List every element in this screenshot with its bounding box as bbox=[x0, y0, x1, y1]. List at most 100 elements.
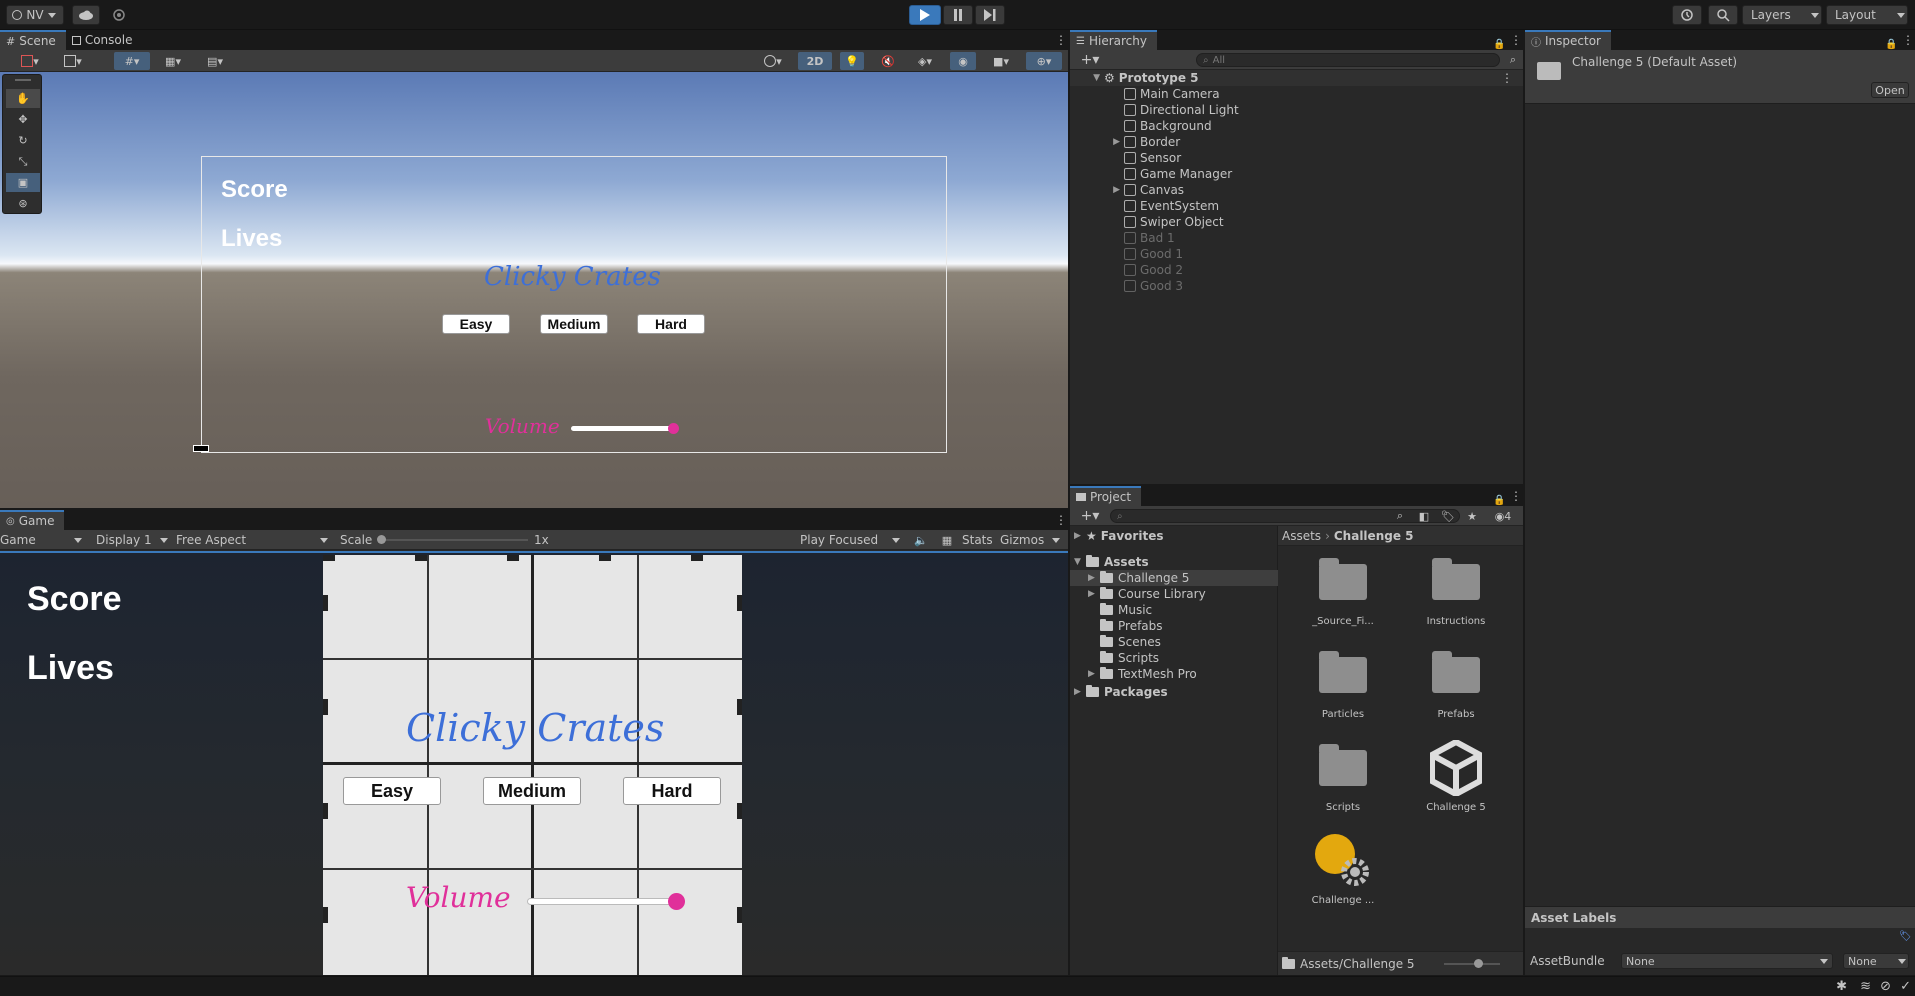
hierarchy-item[interactable]: ▶ Canvas bbox=[1070, 182, 1184, 198]
tab-inspector[interactable]: ⓘ Inspector bbox=[1525, 30, 1611, 50]
asset-item[interactable]: Prefabs bbox=[1411, 645, 1501, 720]
project-tree-item[interactable]: ▶ TextMesh Pro bbox=[1070, 666, 1278, 682]
asset-item[interactable]: _Source_Fi... bbox=[1298, 552, 1388, 627]
project-tree-item[interactable]: ▶ Challenge 5 bbox=[1070, 570, 1278, 586]
cloud-button[interactable] bbox=[72, 5, 100, 25]
expand-arrow-icon[interactable]: ▶ bbox=[1074, 531, 1086, 541]
hierarchy-item[interactable]: Background bbox=[1070, 118, 1212, 134]
game-audio-toggle[interactable]: 🔈 bbox=[912, 531, 930, 549]
packages-row[interactable]: ▶ Packages bbox=[1074, 684, 1168, 700]
toggle-2d[interactable]: 2D bbox=[798, 52, 832, 70]
step-button[interactable] bbox=[975, 5, 1005, 25]
hierarchy-item[interactable]: Good 3 bbox=[1070, 278, 1183, 294]
game-hard-button[interactable]: Hard bbox=[623, 777, 721, 805]
layout-dropdown[interactable]: Layout bbox=[1826, 5, 1908, 25]
asset-item[interactable]: Scripts bbox=[1298, 738, 1388, 813]
project-add-button[interactable]: +▾ bbox=[1076, 507, 1104, 525]
hierarchy-item[interactable]: Good 2 bbox=[1070, 262, 1183, 278]
tab-game[interactable]: ◎ Game bbox=[0, 510, 65, 530]
hierarchy-add-button[interactable]: +▾ bbox=[1076, 51, 1104, 69]
scene-volume-handle[interactable] bbox=[668, 423, 679, 434]
search-button[interactable] bbox=[1708, 5, 1738, 25]
hierarchy-root[interactable]: ▼ ⚙ Prototype 5 ⋮ bbox=[1070, 70, 1523, 86]
scale-tool-button[interactable]: ⤡ bbox=[6, 152, 40, 171]
game-viewport[interactable]: Score Lives Clicky Crates Easy Medium Ha… bbox=[0, 553, 1068, 975]
hierarchy-item[interactable]: Bad 1 bbox=[1070, 230, 1175, 246]
scene-easy-button[interactable]: Easy bbox=[442, 314, 510, 334]
scene-medium-button[interactable]: Medium bbox=[540, 314, 608, 334]
game-view-dropdown[interactable]: Game bbox=[0, 531, 86, 549]
icon-size-handle[interactable] bbox=[1474, 959, 1483, 968]
audio-toggle[interactable]: 🔇 bbox=[876, 52, 900, 70]
expand-arrow-icon[interactable]: ▼ bbox=[1070, 73, 1104, 83]
stats-button[interactable]: Stats bbox=[962, 531, 993, 549]
game-more-icon[interactable]: ⋮ bbox=[1054, 510, 1068, 530]
camera-dropdown[interactable]: ■ ▾ bbox=[984, 52, 1018, 70]
game-volume-handle[interactable] bbox=[668, 893, 685, 910]
check-circle-icon[interactable]: ✓ bbox=[1900, 979, 1911, 994]
lighting-toggle[interactable]: 💡 bbox=[840, 52, 864, 70]
open-button[interactable]: Open bbox=[1871, 82, 1909, 98]
breadcrumb-assets[interactable]: Assets bbox=[1282, 529, 1321, 543]
hierarchy-more-icon[interactable]: ⋮ bbox=[1509, 30, 1523, 50]
stack-icon[interactable]: ≋ bbox=[1860, 979, 1871, 994]
hierarchy-item[interactable]: Sensor bbox=[1070, 150, 1181, 166]
scene-more-icon[interactable]: ⋮ bbox=[1054, 30, 1068, 50]
game-grid-toggle[interactable]: ▦ bbox=[938, 531, 956, 549]
increment-snap[interactable]: ▤ ▾ bbox=[198, 52, 232, 70]
game-volume-slider[interactable] bbox=[527, 898, 675, 905]
label-tag-icon[interactable]: 🏷 bbox=[1899, 931, 1912, 943]
expand-arrow-icon[interactable]: ▶ bbox=[1070, 185, 1124, 195]
transform-tool-button[interactable]: ⊛ bbox=[6, 194, 40, 213]
expand-arrow-icon[interactable]: ▶ bbox=[1070, 137, 1124, 147]
visibility-toggle[interactable]: ◉ bbox=[950, 52, 976, 70]
game-gizmos-dropdown[interactable]: Gizmos bbox=[1000, 531, 1064, 549]
scale-slider-handle[interactable] bbox=[377, 535, 386, 544]
expand-arrow-icon[interactable]: ▶ bbox=[1074, 687, 1086, 697]
aspect-dropdown[interactable]: Free Aspect bbox=[176, 531, 332, 549]
hand-tool-button[interactable]: ✋ bbox=[6, 89, 40, 108]
project-tree-item[interactable]: ▶ Course Library bbox=[1070, 586, 1278, 602]
hierarchy-item[interactable]: Main Camera bbox=[1070, 86, 1220, 102]
scene-viewport[interactable]: ✋ ✥ ↻ ⤡ ▣ ⊛ Score Lives Clicky Crates Ea… bbox=[0, 72, 1068, 508]
project-lock-icon[interactable]: 🔒 bbox=[1493, 495, 1509, 506]
account-dropdown[interactable]: NV bbox=[6, 5, 64, 25]
scene-hard-button[interactable]: Hard bbox=[637, 314, 705, 334]
inspector-lock-icon[interactable]: 🔒 bbox=[1885, 39, 1901, 50]
asset-item[interactable]: Challenge ... bbox=[1298, 831, 1388, 906]
breadcrumb-current[interactable]: Challenge 5 bbox=[1334, 529, 1414, 543]
layers-dropdown[interactable]: Layers bbox=[1742, 5, 1822, 25]
variant-dropdown[interactable]: None bbox=[1843, 953, 1909, 969]
project-tree-item[interactable]: Prefabs bbox=[1070, 618, 1278, 634]
game-medium-button[interactable]: Medium bbox=[483, 777, 581, 805]
game-easy-button[interactable]: Easy bbox=[343, 777, 441, 805]
hierarchy-item[interactable]: Game Manager bbox=[1070, 166, 1232, 182]
grid-snap-dropdown[interactable]: # ▾ bbox=[114, 52, 150, 70]
gizmos-dropdown[interactable]: ⊕ ▾ bbox=[1026, 52, 1062, 70]
collab-button[interactable] bbox=[112, 8, 126, 22]
hierarchy-item[interactable]: EventSystem bbox=[1070, 198, 1219, 214]
icon-size-slider[interactable] bbox=[1444, 963, 1500, 965]
hidden-packages-toggle[interactable]: ◉ 4 bbox=[1488, 507, 1518, 525]
scene-volume-slider[interactable] bbox=[571, 426, 673, 431]
project-tree-item[interactable]: Scenes bbox=[1070, 634, 1278, 650]
rect-tool-button[interactable]: ▣ bbox=[6, 173, 40, 192]
tab-project[interactable]: Project bbox=[1070, 486, 1142, 506]
inspector-more-icon[interactable]: ⋮ bbox=[1901, 30, 1915, 50]
shading-dropdown[interactable]: ▾ bbox=[56, 52, 90, 70]
filter-label-button[interactable]: 🏷 bbox=[1440, 507, 1456, 525]
network-icon[interactable]: ⊘ bbox=[1880, 979, 1891, 994]
pause-button[interactable] bbox=[943, 5, 973, 25]
draw-shaded-dropdown[interactable]: ▾ bbox=[756, 52, 790, 70]
root-more-icon[interactable]: ⋮ bbox=[1501, 71, 1523, 85]
hierarchy-scene-search-button[interactable]: ⌕ bbox=[1506, 51, 1520, 69]
rotate-tool-button[interactable]: ↻ bbox=[6, 131, 40, 150]
favorite-button[interactable]: ★ bbox=[1464, 507, 1480, 525]
hierarchy-lock-icon[interactable]: 🔒 bbox=[1493, 39, 1509, 50]
hierarchy-item[interactable]: Swiper Object bbox=[1070, 214, 1224, 230]
expand-arrow-icon[interactable]: ▶ bbox=[1088, 573, 1100, 583]
play-focused-dropdown[interactable]: Play Focused bbox=[800, 531, 904, 549]
expand-arrow-icon[interactable]: ▶ bbox=[1088, 669, 1100, 679]
hierarchy-item[interactable]: Good 1 bbox=[1070, 246, 1183, 262]
tab-console[interactable]: Console bbox=[66, 30, 143, 50]
